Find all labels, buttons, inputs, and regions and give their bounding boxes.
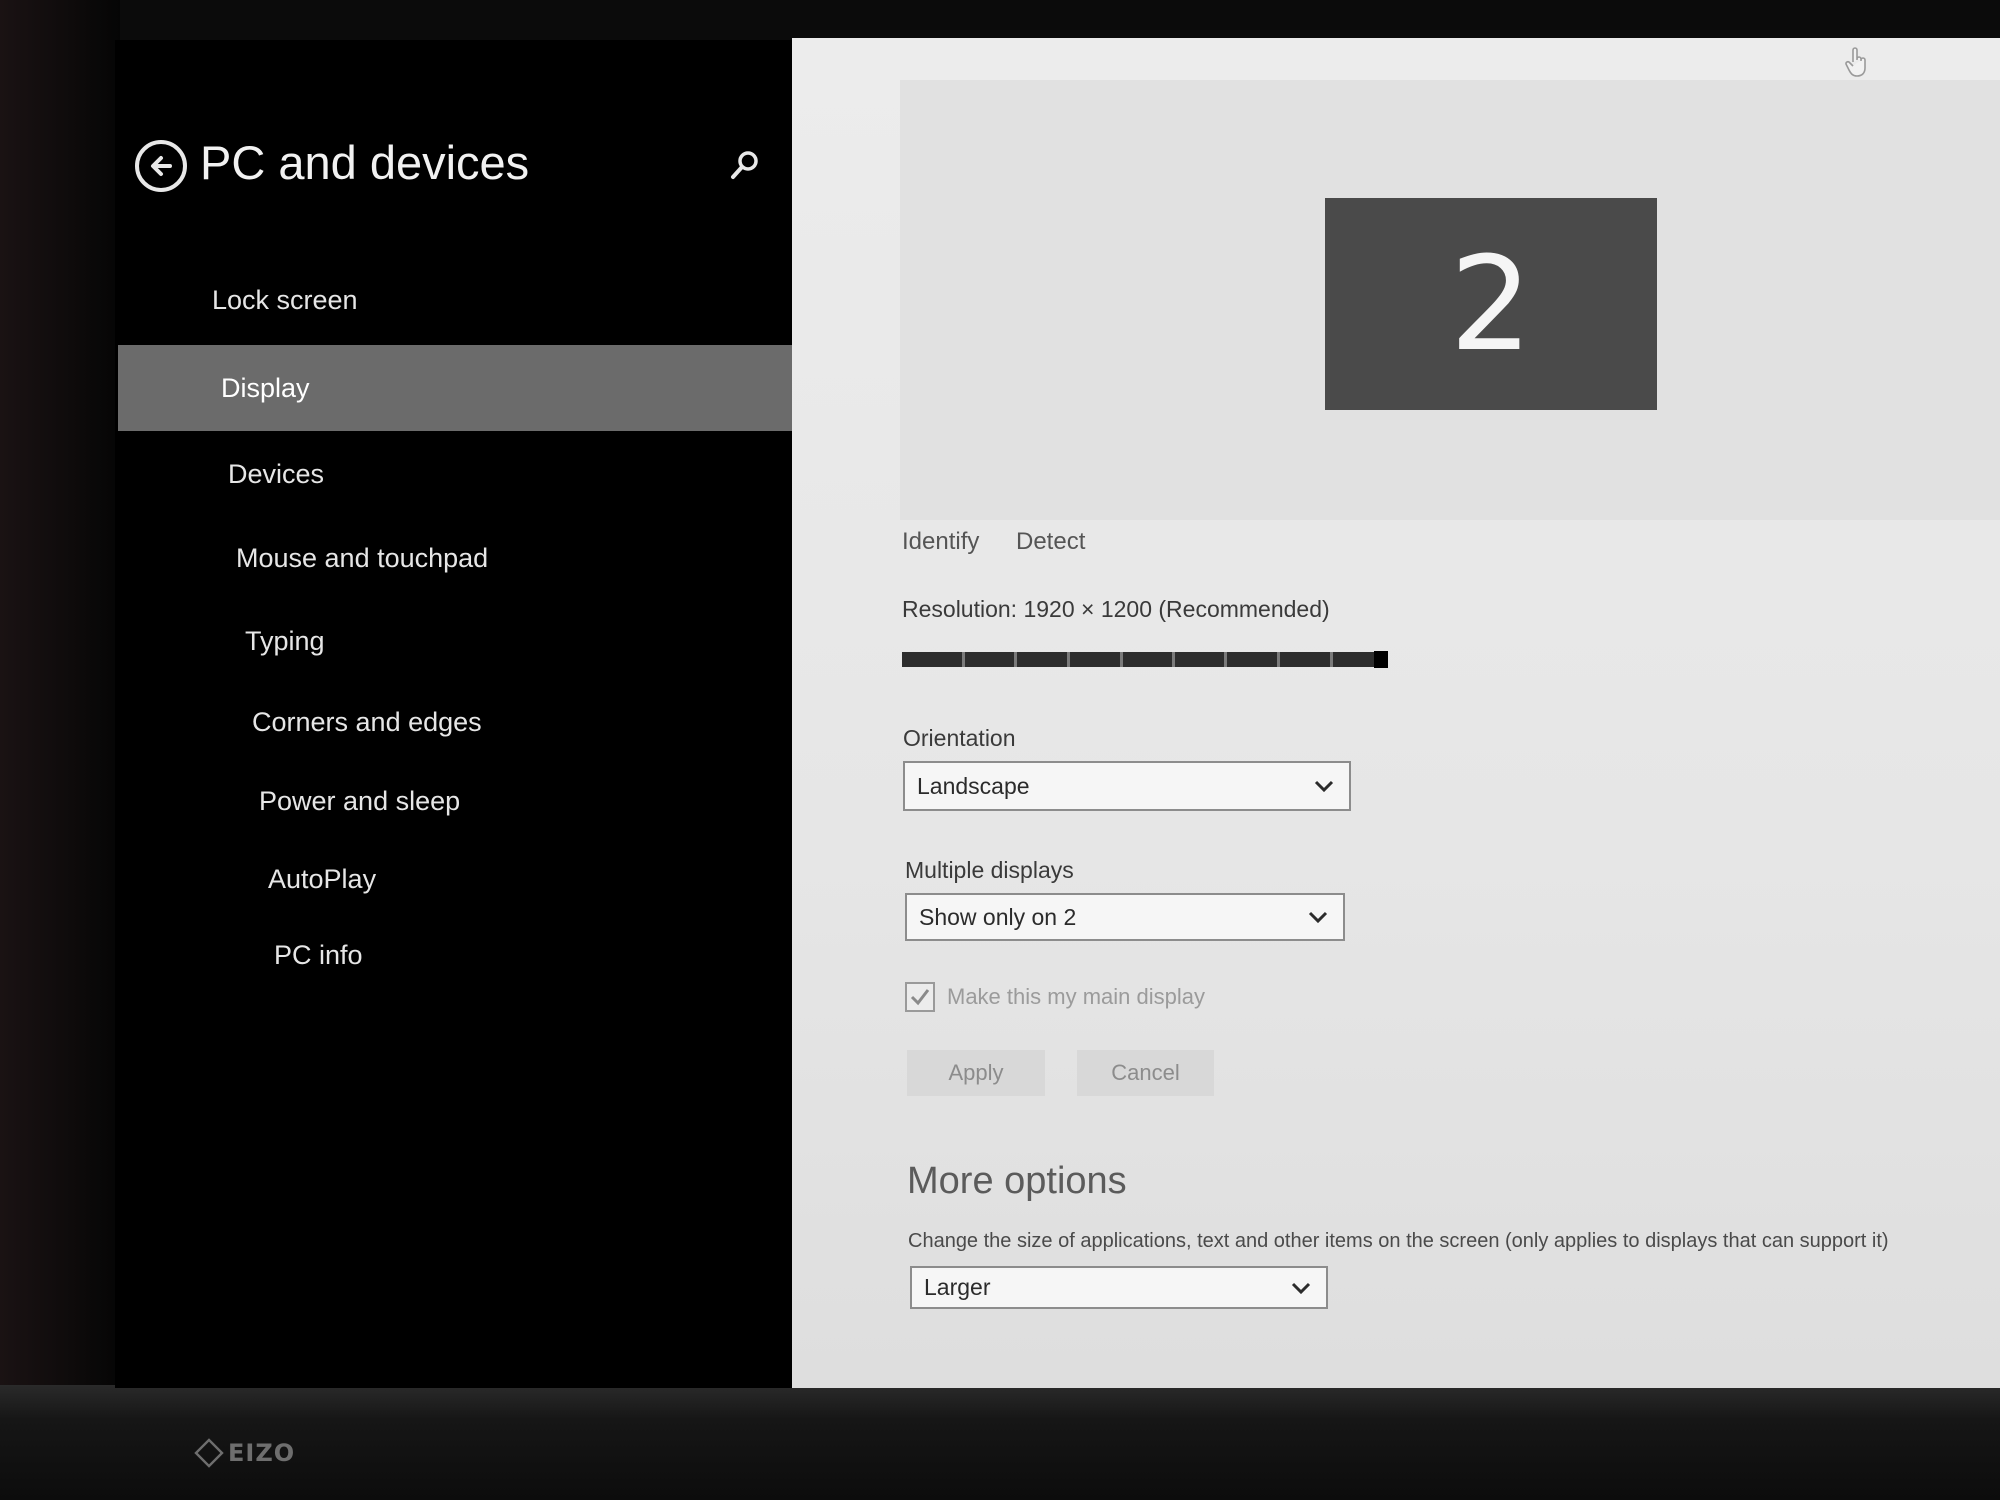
scaling-description: Change the size of applications, text an… (908, 1230, 1889, 1252)
main-display-checkbox[interactable] (905, 982, 935, 1012)
resolution-slider-track (902, 652, 1388, 667)
orientation-value: Landscape (917, 772, 1030, 799)
slider-tick (1330, 652, 1333, 667)
slider-tick (1014, 652, 1017, 667)
orientation-label: Orientation (903, 725, 1016, 751)
multiple-displays-value: Show only on 2 (919, 903, 1077, 930)
detect-link[interactable]: Detect (1016, 528, 1085, 556)
resolution-slider[interactable] (902, 651, 1388, 668)
nav-item-mouse-and-touchpad[interactable]: Mouse and touchpad (236, 543, 488, 574)
chevron-down-icon (1314, 780, 1334, 793)
nav-item-pc-info[interactable]: PC info (274, 940, 363, 971)
chevron-down-icon (1291, 1282, 1311, 1294)
nav-item-lock-screen[interactable]: Lock screen (212, 285, 358, 316)
monitor-number: 2 (1449, 228, 1533, 380)
checkmark-icon (910, 989, 930, 1006)
slider-tick (1120, 652, 1123, 667)
nav-item-corners-and-edges[interactable]: Corners and edges (252, 707, 482, 738)
scaling-value: Larger (924, 1274, 991, 1300)
main-display-label: Make this my main display (947, 984, 1205, 1009)
slider-tick (1172, 652, 1175, 667)
nav-item-display[interactable]: Display (118, 345, 798, 431)
slider-tick (1224, 652, 1227, 667)
slider-tick (1067, 652, 1070, 667)
cancel-button[interactable]: Cancel (1077, 1050, 1214, 1096)
slider-tick (962, 652, 965, 667)
chevron-down-icon (1308, 911, 1328, 924)
scaling-select[interactable]: Larger (910, 1266, 1328, 1309)
apply-button[interactable]: Apply (907, 1050, 1045, 1096)
resolution-label: Resolution: 1920 × 1200 (Recommended) (902, 596, 1330, 622)
more-options-heading: More options (907, 1160, 1127, 1202)
hand-cursor-icon (1844, 46, 1870, 78)
main-display-option: Make this my main display (905, 982, 1205, 1012)
orientation-select[interactable]: Landscape (903, 761, 1351, 811)
nav-item-devices[interactable]: Devices (228, 459, 324, 490)
nav-item-typing[interactable]: Typing (245, 626, 325, 657)
identify-link[interactable]: Identify (902, 528, 979, 556)
multiple-displays-select[interactable]: Show only on 2 (905, 893, 1345, 941)
resolution-slider-thumb[interactable] (1374, 651, 1388, 668)
multiple-displays-label: Multiple displays (905, 857, 1074, 883)
nav-item-autoplay[interactable]: AutoPlay (268, 864, 376, 895)
slider-tick (1277, 652, 1280, 667)
nav-item-power-and-sleep[interactable]: Power and sleep (259, 786, 460, 817)
monitor-tile[interactable]: 2 (1325, 198, 1657, 410)
